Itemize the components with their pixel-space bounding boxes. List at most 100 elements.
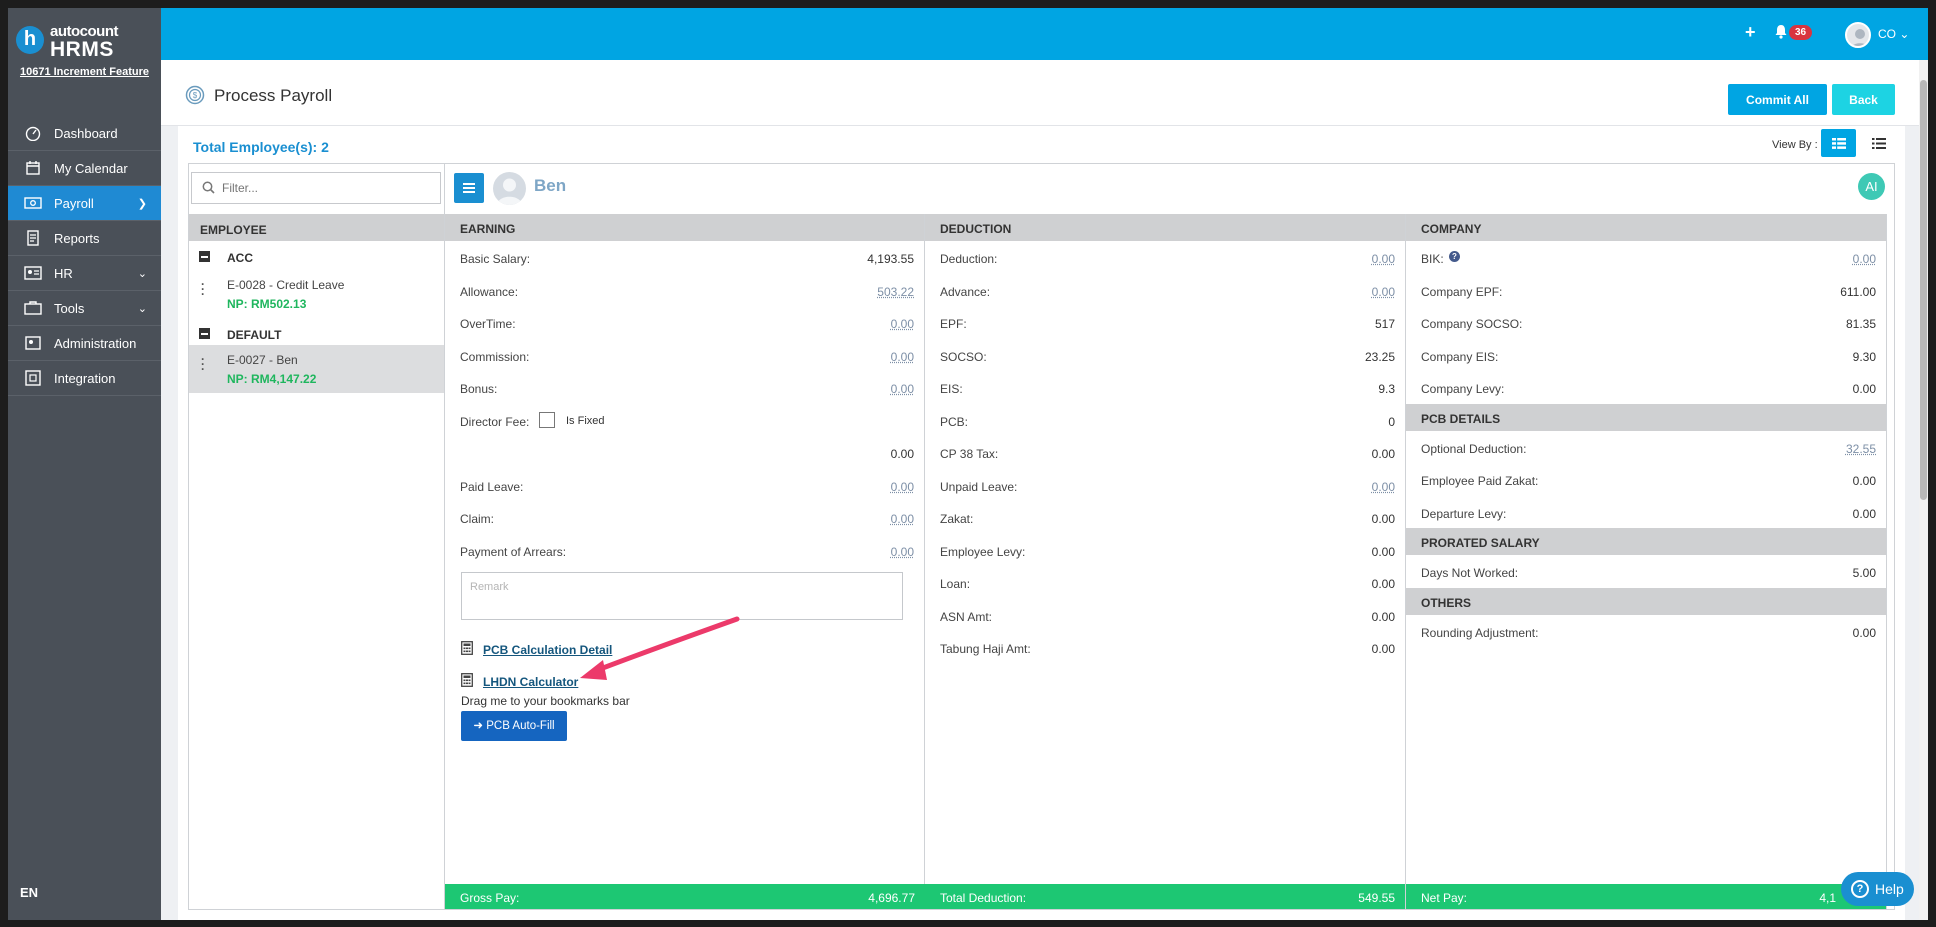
row-label: Company SOCSO:: [1421, 317, 1523, 331]
sidebar-item-payroll[interactable]: Payroll ❯: [8, 186, 161, 221]
logo-icon: h: [16, 26, 44, 54]
calendar-icon: [23, 160, 43, 176]
list-view-button[interactable]: [1861, 129, 1896, 157]
net-pay-value: 4,1: [1819, 891, 1836, 905]
bell-icon[interactable]: [1774, 24, 1788, 44]
row-label: Company EIS:: [1421, 349, 1499, 364]
top-bar: + 36 CO ⌄: [161, 8, 1928, 60]
pcb-autofill-button[interactable]: ➜ PCB Auto-Fill: [461, 711, 567, 741]
row-label: Employee Levy:: [940, 544, 1026, 559]
sidebar-item-dashboard[interactable]: Dashboard: [8, 116, 161, 151]
row-label: SOCSO:: [940, 349, 987, 364]
row-label: PCB:: [940, 414, 969, 429]
prorated-salary-header: PRORATED SALARY: [1406, 528, 1886, 555]
user-menu[interactable]: CO ⌄: [1878, 27, 1909, 41]
back-button[interactable]: Back: [1832, 84, 1895, 115]
filter-field[interactable]: [191, 172, 441, 204]
sidebar-item-administration[interactable]: Administration: [8, 326, 161, 361]
menu-button[interactable]: [454, 173, 484, 203]
row-value[interactable]: 0.00: [1853, 252, 1876, 266]
sidebar-item-integration[interactable]: Integration: [8, 361, 161, 396]
row-label: EPF:: [940, 317, 967, 331]
row-label: Rounding Adjustment:: [1421, 625, 1539, 640]
field-row: Zakat: 0.00: [925, 501, 1405, 534]
sidebar-item-label: My Calendar: [54, 160, 128, 176]
chevron-right-icon: ❯: [137, 198, 147, 210]
hamburger-icon: [463, 183, 475, 193]
ai-button[interactable]: AI: [1858, 173, 1885, 200]
row-label: CP 38 Tax:: [940, 447, 999, 461]
sidebar-item-my-calendar[interactable]: My Calendar: [8, 151, 161, 186]
filter-input[interactable]: [222, 179, 432, 197]
scrollbar-thumb[interactable]: [1920, 80, 1927, 500]
hr-icon: [23, 265, 43, 281]
feature-link[interactable]: 10671 Increment Feature: [8, 66, 161, 78]
row-value[interactable]: 0.00: [1372, 480, 1395, 494]
row-value: 23.25: [1364, 349, 1395, 364]
page-scrollbar[interactable]: [1919, 60, 1928, 920]
row-value: 0.00: [1852, 506, 1876, 521]
row-value: 0.00: [1371, 609, 1395, 624]
row-value: 0.00: [1852, 474, 1876, 488]
language-selector[interactable]: EN: [20, 885, 38, 900]
user-avatar[interactable]: [1845, 22, 1871, 48]
svg-text:$: $: [193, 91, 198, 100]
annotation-arrow: [580, 616, 740, 680]
sidebar-item-label: Reports: [54, 230, 100, 246]
field-row: Rounding Adjustment: 0.00: [1406, 615, 1886, 648]
row-value[interactable]: 0.00: [1372, 285, 1395, 299]
pcb-details-header: PCB DETAILS: [1406, 403, 1886, 431]
total-deduction-label: Total Deduction:: [940, 891, 1027, 905]
sidebar-item-reports[interactable]: Reports: [8, 221, 161, 256]
employee-net-pay: NP: RM502.13: [227, 297, 307, 311]
row-value: 0.00: [1852, 625, 1876, 640]
row-label: Loan:: [940, 577, 971, 591]
row-value: 611.00: [1840, 284, 1876, 299]
employee-item-selected[interactable]: · · · E-0027 - Ben NP: RM4,147.22: [189, 345, 444, 393]
question-icon[interactable]: ?: [1449, 251, 1460, 262]
app-window: h autocount HRMS 10671 Increment Feature…: [8, 8, 1928, 920]
kebab-menu-icon[interactable]: · · ·: [201, 278, 205, 300]
row-value: 0: [1388, 414, 1395, 429]
row-label: ASN Amt:: [940, 609, 993, 624]
add-icon[interactable]: +: [1745, 22, 1756, 43]
commit-all-button[interactable]: Commit All: [1728, 84, 1827, 115]
row-value[interactable]: 0.00: [1372, 252, 1395, 266]
brand-logo[interactable]: h autocount HRMS: [12, 16, 157, 62]
notification-badge: 36: [1789, 25, 1813, 40]
employee-avatar: [493, 172, 526, 205]
collapse-icon[interactable]: [199, 328, 210, 339]
search-icon: [202, 181, 215, 199]
net-pay-label: Net Pay:: [1421, 891, 1468, 905]
collapse-icon[interactable]: [199, 251, 210, 262]
field-row: Company EPF: 611.00: [1406, 274, 1886, 307]
user-initials: CO: [1878, 27, 1896, 41]
employee-item[interactable]: · · · E-0028 - Credit Leave NP: RM502.13: [189, 270, 444, 318]
employee-title: Ben: [534, 176, 567, 195]
group-acc[interactable]: ACC: [189, 244, 444, 270]
help-icon: ?: [1851, 880, 1869, 898]
sidebar-item-hr[interactable]: HR ⌄: [8, 256, 161, 291]
grid-view-button[interactable]: [1821, 129, 1856, 157]
gross-pay-bar: Gross Pay: 4,696.77: [445, 884, 925, 909]
help-button[interactable]: ? Help: [1841, 872, 1914, 906]
sidebar-item-tools[interactable]: Tools ⌄: [8, 291, 161, 326]
page-header: $ Process Payroll Commit All Back: [161, 60, 1919, 126]
row-value: 81.35: [1845, 317, 1876, 331]
earning-column: EARNING Basic Salary: 4,193.55 Allowance: 5…: [445, 214, 925, 909]
field-row: EIS: 9.3: [925, 371, 1405, 404]
sidebar-item-label: Integration: [54, 370, 116, 386]
field-row: Tabung Haji Amt: 0.00: [925, 631, 1405, 664]
field-row: Unpaid Leave: 0.00: [925, 469, 1405, 502]
group-default[interactable]: DEFAULT: [189, 321, 444, 347]
total-deduction-value: 549.55: [1358, 891, 1395, 905]
employee-header: EMPLOYEE: [189, 214, 444, 241]
row-value[interactable]: 32.55: [1846, 442, 1876, 456]
row-value: 9.3: [1378, 382, 1395, 396]
row-label: Days Not Worked:: [1421, 566, 1519, 580]
sidebar-nav: Dashboard My Calendar Payroll ❯ Reports …: [8, 116, 161, 396]
chevron-down-icon: ⌄: [137, 303, 147, 315]
kebab-menu-icon[interactable]: · · ·: [201, 353, 205, 375]
chevron-down-icon: ⌄: [137, 268, 147, 280]
field-row: Company EIS: 9.30: [1406, 339, 1886, 372]
